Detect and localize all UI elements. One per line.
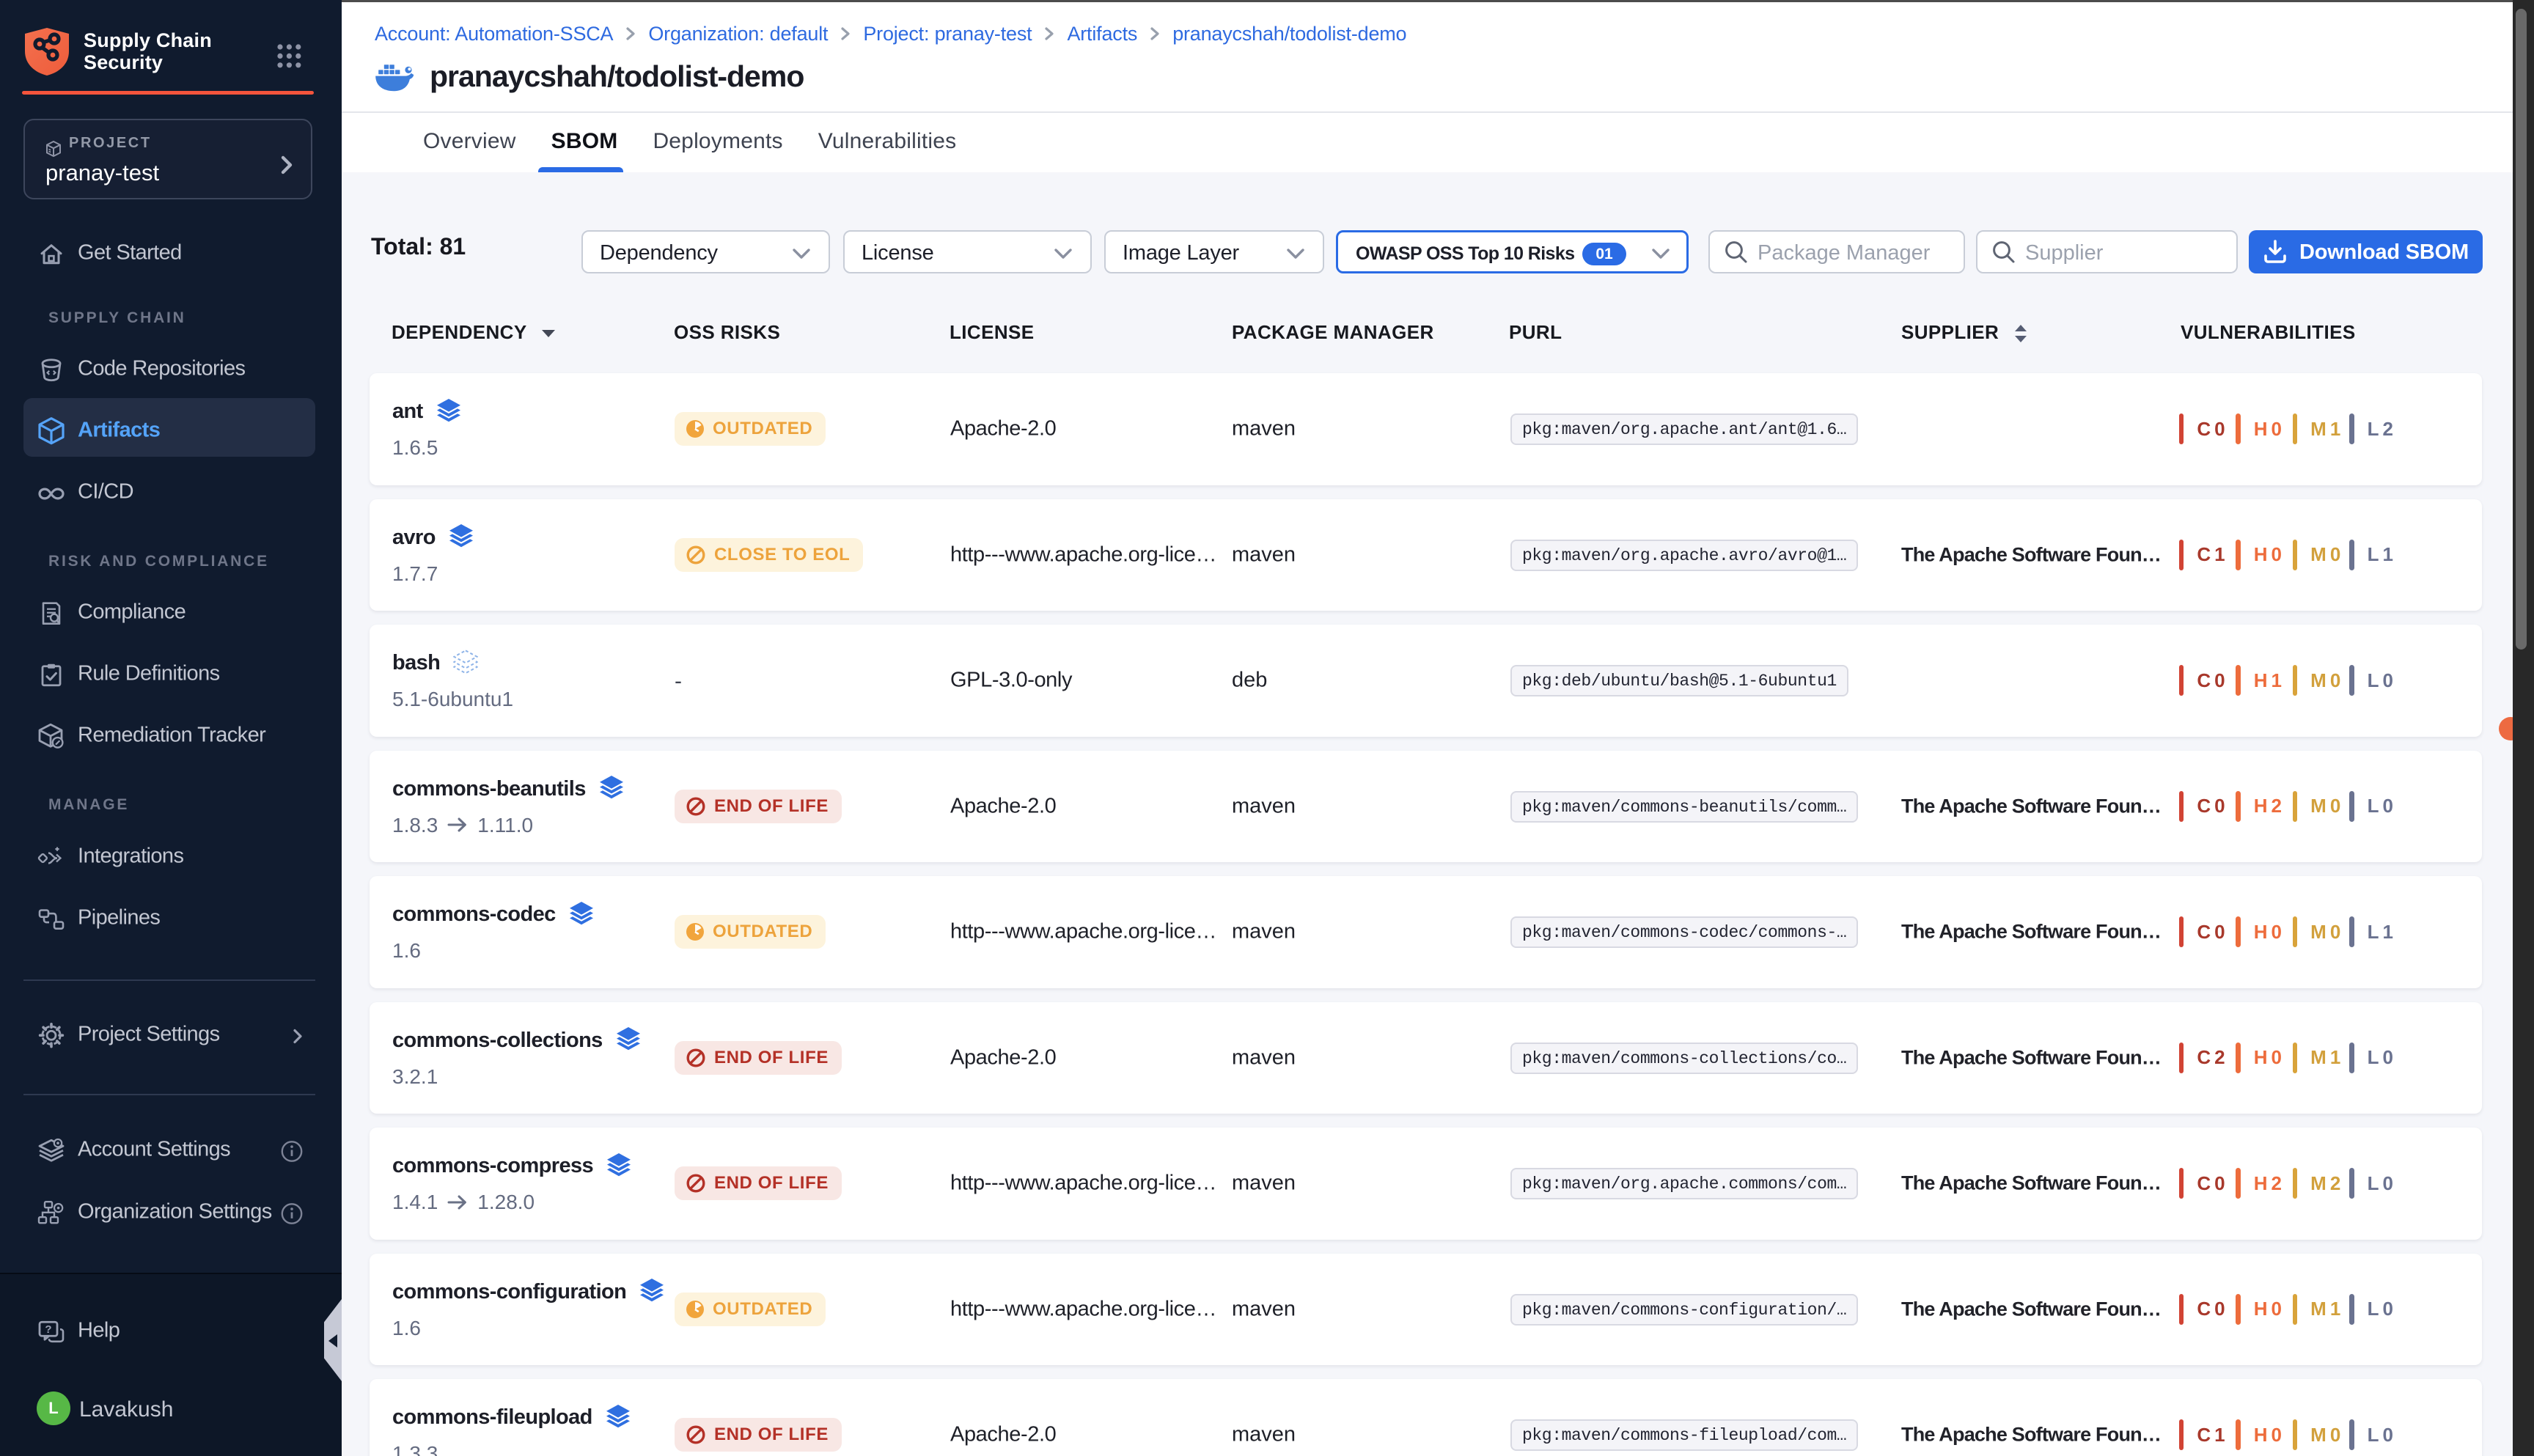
svg-text:?: ? xyxy=(45,1323,51,1335)
